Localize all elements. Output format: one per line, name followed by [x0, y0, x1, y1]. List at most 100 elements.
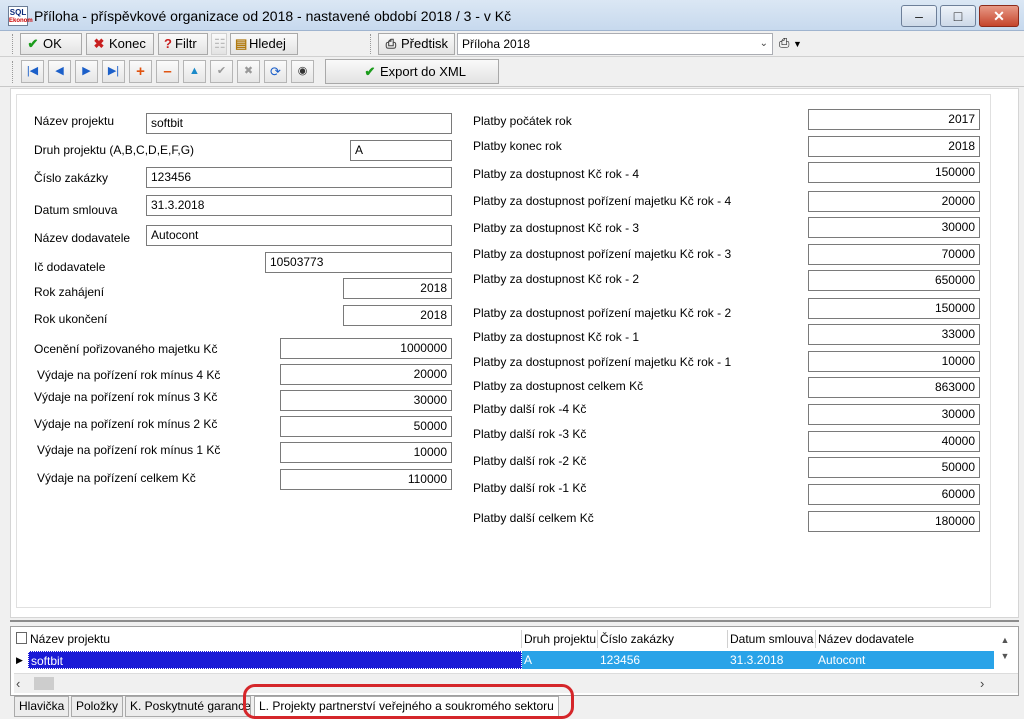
payments-end-year-field[interactable]: 2018 [808, 136, 980, 157]
filter-clear-button[interactable]: ☷ [211, 33, 227, 55]
close-button[interactable]: ✕ [979, 5, 1019, 27]
further-minus2-field[interactable]: 50000 [808, 457, 980, 478]
maximize-button[interactable]: □ [940, 5, 976, 27]
further-minus3-field[interactable]: 40000 [808, 431, 980, 452]
label-further-minus1: Platby další rok -1 Kč [473, 481, 587, 495]
plus-icon: + [136, 63, 145, 80]
select-all-checkbox[interactable] [16, 632, 27, 644]
delete-record-button[interactable]: – [156, 60, 179, 83]
payments-start-year-field[interactable]: 2017 [808, 109, 980, 130]
first-record-button[interactable]: |◀ [21, 60, 44, 83]
availability-minus2-field[interactable]: 650000 [808, 270, 980, 291]
post-record-button[interactable]: ✔ [210, 60, 233, 83]
title-bar: SQL Ekonom Příloha - příspěvkové organiza… [0, 0, 1024, 31]
print-dropdown-button[interactable]: ⎙ ▼ [779, 35, 809, 53]
last-record-button[interactable]: ▶| [102, 60, 125, 83]
column-header-project-type[interactable]: Druh projektu [522, 630, 598, 648]
column-header-project-name[interactable]: Název projektu [28, 630, 522, 648]
next-record-button[interactable]: ▶ [75, 60, 98, 83]
export-xml-button[interactable]: ✔ Export do XML [325, 59, 499, 84]
contract-date-field[interactable]: 31.3.2018 [146, 195, 452, 216]
filter-button[interactable]: ? Filtr [158, 33, 208, 55]
edit-record-button[interactable]: ▲ [183, 60, 206, 83]
label-expenses-minus2: Výdaje na pořízení rok mínus 2 Kč [34, 417, 218, 431]
check-icon: ✔ [27, 36, 39, 51]
lock-button[interactable]: ◉ [291, 60, 314, 83]
further-minus1-field[interactable]: 60000 [808, 484, 980, 505]
label-availability-asset-minus4: Platby za dostupnost pořízení majetku Kč… [473, 194, 732, 208]
tab-items[interactable]: Položky [71, 696, 124, 717]
asset-valuation-field[interactable]: 1000000 [280, 338, 452, 359]
label-expenses-minus3: Výdaje na pořízení rok mínus 3 Kč [34, 390, 218, 404]
print-preview-button[interactable]: ⎙ Předtisk [378, 33, 455, 55]
label-further-minus4: Platby další rok -4 Kč [473, 402, 587, 416]
scroll-right-icon[interactable]: › [980, 676, 984, 691]
label-payments-end-year: Platby konec rok [473, 139, 562, 153]
end-year-field[interactable]: 2018 [343, 305, 452, 326]
availability-asset-minus2-field[interactable]: 150000 [808, 298, 980, 319]
refresh-icon: ⟳ [270, 64, 281, 79]
highlight-annotation [243, 684, 574, 719]
availability-minus3-field[interactable]: 30000 [808, 217, 980, 238]
column-header-supplier-name[interactable]: Název dodavatele [816, 630, 994, 648]
cell-supplier-name[interactable]: Autocont [816, 651, 994, 669]
minimize-button[interactable]: – [901, 5, 937, 27]
tab-guarantees[interactable]: K. Poskytnuté garance [125, 696, 251, 717]
add-record-button[interactable]: + [129, 60, 152, 83]
label-availability-minus2: Platby za dostupnost Kč rok - 2 [473, 272, 640, 286]
label-further-minus2: Platby další rok -2 Kč [473, 454, 587, 468]
scroll-left-icon[interactable]: ‹ [16, 676, 20, 691]
column-header-order-number[interactable]: Číslo zakázky [598, 630, 728, 648]
expenses-minus1-field[interactable]: 10000 [280, 442, 452, 463]
label-expenses-total: Výdaje na pořízení celkem Kč [37, 471, 196, 485]
up-triangle-icon: ▲ [189, 65, 200, 77]
availability-minus1-field[interactable]: 33000 [808, 324, 980, 345]
label-availability-asset-minus1: Platby za dostupnost pořízení majetku Kč… [473, 355, 732, 369]
grid-vscroll[interactable]: ▲ ▼ [997, 632, 1013, 670]
start-year-field[interactable]: 2018 [343, 278, 452, 299]
find-button[interactable]: ▤ Hledej [230, 33, 298, 55]
binoculars-icon: ▤ [235, 36, 248, 51]
supplier-name-field[interactable]: Autocont [146, 225, 452, 246]
end-button[interactable]: ✖ Konec [86, 33, 154, 55]
supplier-id-field[interactable]: 10503773 [265, 252, 452, 273]
prev-record-button[interactable]: ◀ [48, 60, 71, 83]
further-minus4-field[interactable]: 30000 [808, 404, 980, 425]
toolbar-grip [12, 34, 15, 54]
order-number-field[interactable]: 123456 [146, 167, 452, 188]
label-supplier-name: Název dodavatele [34, 231, 131, 245]
availability-total-field[interactable]: 863000 [808, 377, 980, 398]
refresh-button[interactable]: ⟳ [264, 60, 287, 83]
question-icon: ? [164, 36, 172, 51]
label-availability-total: Platby za dostupnost celkem Kč [473, 379, 644, 393]
label-project-type: Druh projektu (A,B,C,D,E,F,G) [34, 143, 195, 157]
printer-icon: ⎙ [385, 36, 397, 51]
ok-button[interactable]: ✔ OK [20, 33, 82, 55]
scroll-up-icon: ▲ [1000, 635, 1010, 645]
expenses-total-field[interactable]: 110000 [280, 469, 452, 490]
tab-header[interactable]: Hlavička [14, 696, 70, 717]
availability-asset-minus4-field[interactable]: 20000 [808, 191, 980, 212]
splitter[interactable] [10, 620, 1019, 622]
cell-contract-date[interactable]: 31.3.2018 [728, 651, 816, 669]
cancel-record-button[interactable]: ✖ [237, 60, 260, 83]
project-name-field[interactable]: softbit [146, 113, 452, 134]
label-availability-asset-minus2: Platby za dostupnost pořízení majetku Kč… [473, 306, 732, 320]
cell-order-number[interactable]: 123456 [598, 651, 728, 669]
cell-project-type[interactable]: A [522, 651, 598, 669]
availability-minus4-field[interactable]: 150000 [808, 162, 980, 183]
report-select[interactable]: Příloha 2018 ⌄ [457, 33, 773, 55]
availability-asset-minus3-field[interactable]: 70000 [808, 244, 980, 265]
expenses-minus4-field[interactable]: 20000 [280, 364, 452, 385]
minus-icon: – [163, 63, 172, 80]
column-header-contract-date[interactable]: Datum smlouva [728, 630, 816, 648]
project-type-field[interactable]: A [350, 140, 452, 161]
expenses-minus3-field[interactable]: 30000 [280, 390, 452, 411]
label-end-year: Rok ukončení [34, 312, 108, 326]
toolbar-grip [370, 34, 373, 54]
cell-project-name[interactable]: softbit [28, 651, 522, 669]
expenses-minus2-field[interactable]: 50000 [280, 416, 452, 437]
availability-asset-minus1-field[interactable]: 10000 [808, 351, 980, 372]
scroll-thumb[interactable] [34, 677, 54, 690]
further-total-field[interactable]: 180000 [808, 511, 980, 532]
